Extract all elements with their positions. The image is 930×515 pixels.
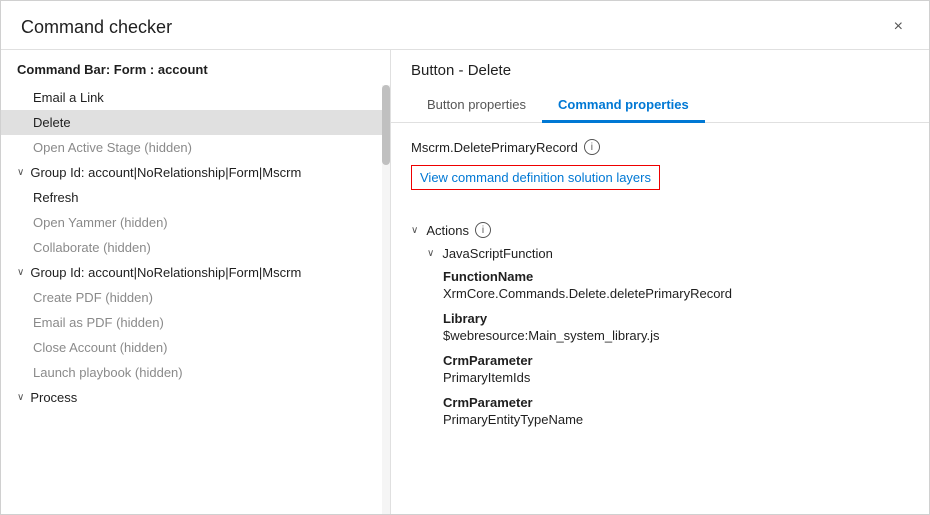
crm-param-1-value: PrimaryItemIds [443,370,909,385]
actions-label: Actions [426,223,469,238]
chevron-down-icon-3: ∨ [17,392,24,403]
js-function-header: ∨ JavaScriptFunction [411,246,909,261]
library-label: Library [443,311,909,326]
refresh-label: Refresh [33,190,79,205]
command-info-icon[interactable]: i [584,139,600,155]
close-account-label: Close Account (hidden) [33,340,167,355]
tree-item-delete[interactable]: Delete [1,110,390,135]
tree-item-create-pdf[interactable]: Create PDF (hidden) [1,285,390,310]
tree-item-email-pdf[interactable]: Email as PDF (hidden) [1,310,390,335]
actions-chevron-icon: ∨ [411,225,418,236]
property-function-name: FunctionName XrmCore.Commands.Delete.del… [411,269,909,301]
collaborate-label: Collaborate (hidden) [33,240,151,255]
launch-playbook-label: Launch playbook (hidden) [33,365,183,380]
left-panel-header: Command Bar: Form : account [1,50,390,85]
command-name: Mscrm.DeletePrimaryRecord [411,140,578,155]
view-command-link[interactable]: View command definition solution layers [411,165,660,190]
function-name-value: XrmCore.Commands.Delete.deletePrimaryRec… [443,286,909,301]
scrollbar-track [382,85,390,514]
email-link-label: Email a Link [33,90,104,105]
function-name-label: FunctionName [443,269,909,284]
email-pdf-label: Email as PDF (hidden) [33,315,164,330]
crm-param-2-label: CrmParameter [443,395,909,410]
close-button[interactable]: × [888,15,909,39]
property-crm-param-1: CrmParameter PrimaryItemIds [411,353,909,385]
actions-section-header: ∨ Actions i [411,222,909,238]
right-panel-header: Button - Delete Button properties Comman… [391,50,929,123]
scrollbar-thumb[interactable] [382,85,390,165]
tree-item-launch-playbook[interactable]: Launch playbook (hidden) [1,360,390,385]
tree-item-collaborate[interactable]: Collaborate (hidden) [1,235,390,260]
js-function-label: JavaScriptFunction [442,246,553,261]
property-crm-param-2: CrmParameter PrimaryEntityTypeName [411,395,909,427]
command-name-row: Mscrm.DeletePrimaryRecord i [411,139,909,155]
delete-label: Delete [33,115,71,130]
tree-item-process[interactable]: ∨ Process [1,385,390,410]
property-library: Library $webresource:Main_system_library… [411,311,909,343]
crm-param-2-value: PrimaryEntityTypeName [443,412,909,427]
tab-button-properties[interactable]: Button properties [411,89,542,123]
command-checker-dialog: Command checker × Command Bar: Form : ac… [0,0,930,515]
library-value: $webresource:Main_system_library.js [443,328,909,343]
process-label: Process [30,390,77,405]
tree-item-open-active[interactable]: Open Active Stage (hidden) [1,135,390,160]
tree-item-email-link[interactable]: Email a Link [1,85,390,110]
tree-item-refresh[interactable]: Refresh [1,185,390,210]
dialog-title: Command checker [21,17,172,38]
yammer-label: Open Yammer (hidden) [33,215,168,230]
left-panel: Command Bar: Form : account Email a Link… [1,50,391,514]
dialog-body: Command Bar: Form : account Email a Link… [1,50,929,514]
crm-param-1-label: CrmParameter [443,353,909,368]
tabs-container: Button properties Command properties [411,89,909,122]
js-chevron-icon: ∨ [427,248,434,259]
open-active-label: Open Active Stage (hidden) [33,140,192,155]
right-panel-content: Mscrm.DeletePrimaryRecord i View command… [391,123,929,514]
actions-info-icon[interactable]: i [475,222,491,238]
chevron-down-icon: ∨ [17,167,24,178]
dialog-header: Command checker × [1,1,929,50]
panel-subtitle: Button - Delete [411,62,909,79]
group1-label: Group Id: account|NoRelationship|Form|Ms… [30,165,301,180]
right-panel: Button - Delete Button properties Comman… [391,50,929,514]
chevron-down-icon-2: ∨ [17,267,24,278]
group2-label: Group Id: account|NoRelationship|Form|Ms… [30,265,301,280]
tree-item-group-1[interactable]: ∨ Group Id: account|NoRelationship|Form|… [1,160,390,185]
create-pdf-label: Create PDF (hidden) [33,290,153,305]
tab-command-properties[interactable]: Command properties [542,89,705,123]
tree-item-yammer[interactable]: Open Yammer (hidden) [1,210,390,235]
tree-item-close-account[interactable]: Close Account (hidden) [1,335,390,360]
tree-container[interactable]: Email a Link Delete Open Active Stage (h… [1,85,390,514]
tree-item-group-2[interactable]: ∨ Group Id: account|NoRelationship|Form|… [1,260,390,285]
